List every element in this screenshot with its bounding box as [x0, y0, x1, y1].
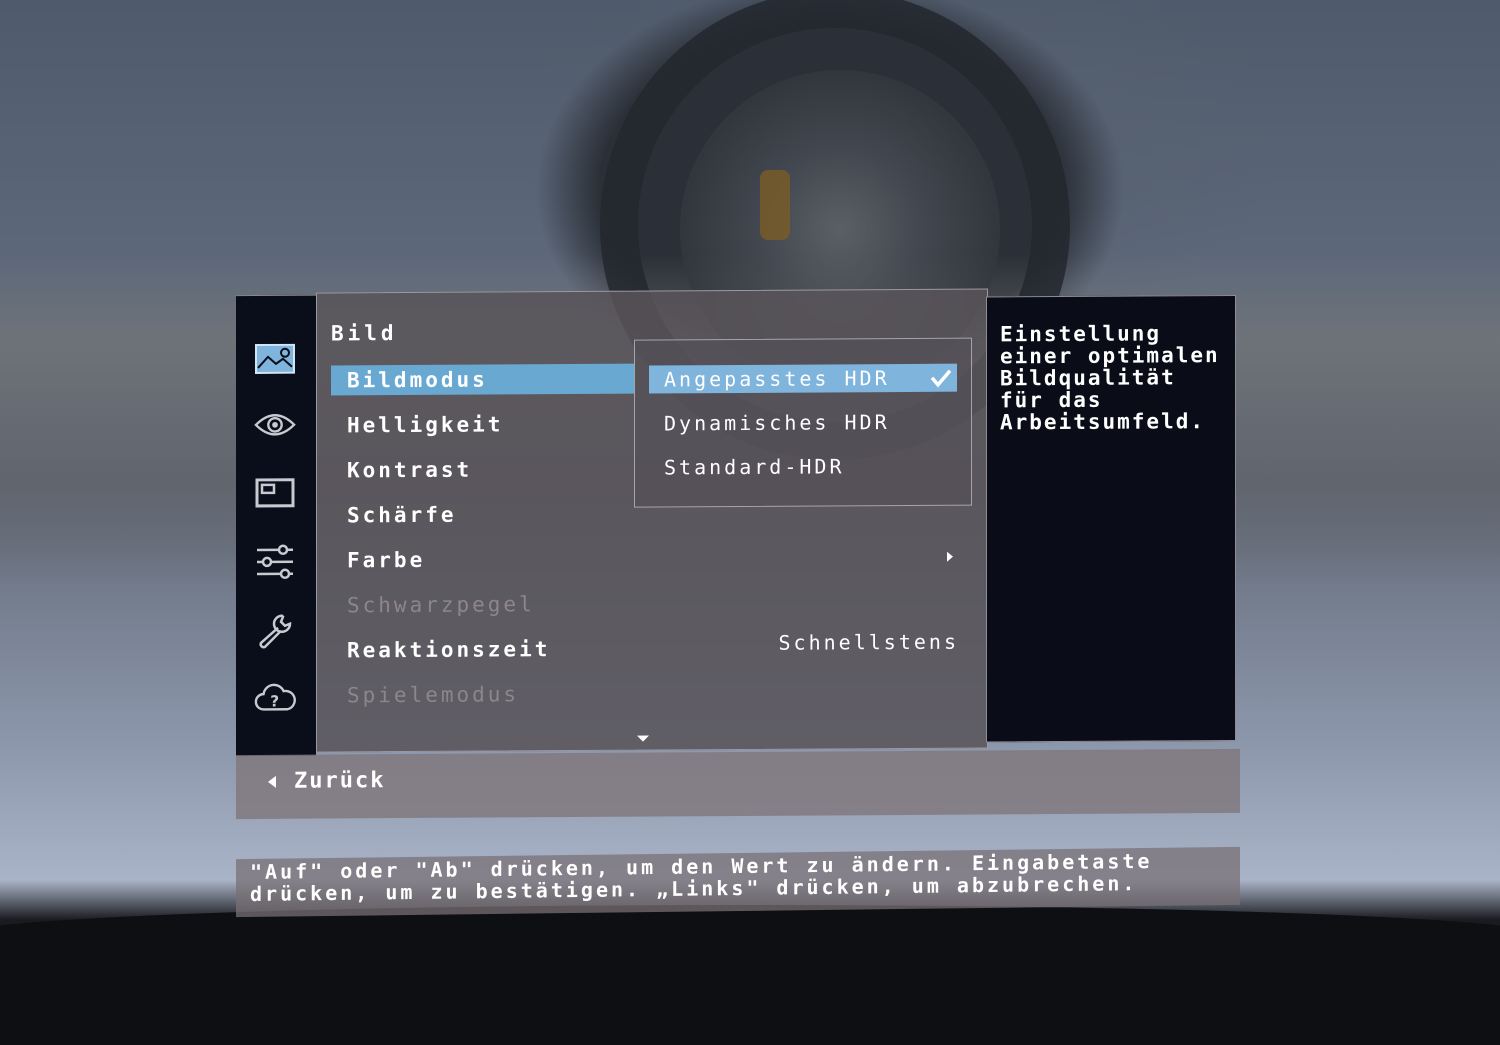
back-label: Zurück	[294, 768, 385, 794]
check-icon	[929, 366, 953, 390]
help-cloud-icon[interactable]: ?	[254, 678, 296, 720]
picture-icon[interactable]	[254, 338, 296, 380]
brake-caliper	[760, 170, 790, 240]
osd-menu: ? Bild Bildmodus Helligkeit Kontrast Sch…	[236, 287, 1240, 823]
menu-item-farbe[interactable]: Farbe	[331, 544, 631, 576]
wrench-icon[interactable]	[254, 610, 296, 652]
menu-item-bildmodus[interactable]: Bildmodus	[331, 364, 635, 396]
option-angepasstes-hdr[interactable]: Angepasstes HDR	[649, 364, 957, 394]
page-title: Bild	[331, 321, 398, 345]
scroll-down-icon[interactable]	[637, 736, 649, 742]
menu-item-reaktionszeit[interactable]: Reaktionszeit	[331, 634, 631, 666]
back-bar: Zurück	[236, 749, 1240, 819]
option-label: Angepasstes HDR	[664, 366, 890, 391]
menu-item-schaerfe[interactable]: Schärfe	[331, 499, 631, 531]
description-panel: Einstellung einer optimalen Bildqualität…	[986, 295, 1236, 743]
menu-item-schwarzpegel: Schwarzpegel	[331, 589, 631, 621]
reaktionszeit-value: Schnellstens	[779, 630, 960, 655]
monitor-bezel	[0, 905, 1500, 1045]
bildmodus-submenu: Angepasstes HDR Dynamisches HDR Standard…	[634, 338, 972, 508]
option-dynamisches-hdr[interactable]: Dynamisches HDR	[649, 408, 957, 438]
menu-item-kontrast[interactable]: Kontrast	[331, 454, 631, 486]
main-menu-panel: Bild Bildmodus Helligkeit Kontrast Schär…	[316, 288, 988, 752]
display-icon[interactable]	[254, 472, 296, 514]
submenu-arrow-icon	[947, 552, 953, 562]
menu-item-spielemodus: Spielemodus	[331, 679, 631, 711]
help-hint-bar: "Auf" oder "Ab" drücken, um den Wert zu …	[236, 847, 1240, 917]
description-text: Einstellung einer optimalen Bildqualität…	[1000, 322, 1235, 433]
svg-text:?: ?	[270, 692, 279, 710]
option-standard-hdr[interactable]: Standard-HDR	[649, 452, 957, 482]
menu-item-helligkeit[interactable]: Helligkeit	[331, 409, 631, 441]
eye-icon[interactable]	[254, 404, 296, 446]
back-button[interactable]: Zurück	[268, 768, 385, 794]
osd-sidebar: ?	[236, 295, 316, 756]
back-arrow-icon	[268, 775, 276, 787]
sliders-icon[interactable]	[254, 541, 296, 583]
